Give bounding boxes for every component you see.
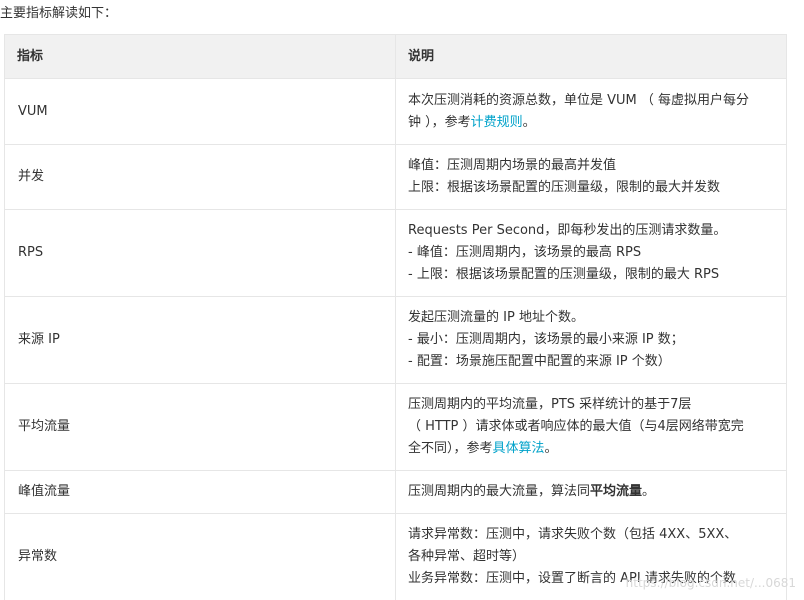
description-line: - 最小：压测周期内，该场景的最小来源 IP 数； — [408, 332, 684, 347]
metric-description: 压测周期内的平均流量，PTS 采样统计的基于7层 （ HTTP ）请求体或者响应… — [395, 383, 787, 471]
table-row: 来源 IP 发起压测流量的 IP 地址个数。 - 最小：压测周期内，该场景的最小… — [4, 296, 787, 384]
description-line: Requests Per Second，即每秒发出的压测请求数量。 — [408, 223, 727, 238]
description-text: 。 — [522, 114, 536, 130]
description-text: 压测周期内的最大流量，算法同 — [408, 484, 591, 499]
metric-description: 本次压测消耗的资源总数，单位是 VUM （ 每虚拟用户每分 钟 ），参考计费规则… — [395, 78, 787, 145]
header-description: 说明 — [395, 34, 787, 79]
description-line: 发起压测流量的 IP 地址个数。 — [408, 310, 584, 325]
description-line: - 上限：根据该场景配置的压测量级，限制的最大 RPS — [408, 267, 720, 282]
metric-description: 压测周期内的最大流量，算法同平均流量。 — [395, 470, 787, 514]
metric-name: 来源 IP — [4, 296, 396, 384]
table-row: 峰值流量 压测周期内的最大流量，算法同平均流量。 — [4, 470, 787, 514]
description-line: - 峰值：压测周期内，该场景的最高 RPS — [408, 245, 642, 260]
table-row: VUM 本次压测消耗的资源总数，单位是 VUM （ 每虚拟用户每分 钟 ），参考… — [4, 78, 787, 145]
description-line: 全不同），参考具体算法。 — [408, 438, 774, 460]
description-line: 上限：根据该场景配置的压测量级，限制的最大并发数 — [408, 180, 721, 195]
table-row: 并发 峰值：压测周期内场景的最高并发值 上限：根据该场景配置的压测量级，限制的最… — [4, 144, 787, 210]
metric-name: RPS — [4, 209, 396, 297]
billing-rules-link[interactable]: 计费规则 — [471, 115, 523, 130]
watermark: https://blog.csdn.net/...0681 — [625, 576, 796, 590]
description-bold-text: 平均流量 — [590, 484, 643, 499]
metric-description: 峰值：压测周期内场景的最高并发值 上限：根据该场景配置的压测量级，限制的最大并发… — [395, 144, 787, 210]
metric-name: 异常数 — [4, 513, 396, 600]
description-line: 钟 ），参考计费规则。 — [408, 112, 774, 134]
description-text: 。 — [544, 441, 558, 456]
metric-description: Requests Per Second，即每秒发出的压测请求数量。 - 峰值：压… — [395, 209, 787, 297]
description-line: 压测周期内的最大流量，算法同平均流量。 — [408, 481, 774, 503]
description-text: 。 — [642, 484, 656, 499]
table-row: 平均流量 压测周期内的平均流量，PTS 采样统计的基于7层 （ HTTP ）请求… — [4, 383, 787, 471]
description-line: 请求异常数：压测中，请求失败个数（包括 4XX、5XX、 — [408, 527, 738, 542]
metric-name: 并发 — [4, 144, 396, 210]
description-line: - 配置：场景施压配置中配置的来源 IP 个数） — [408, 354, 671, 369]
description-text: 全不同），参考 — [408, 441, 493, 456]
description-line: 本次压测消耗的资源总数，单位是 VUM （ 每虚拟用户每分 — [408, 92, 750, 108]
metric-name: 平均流量 — [4, 383, 396, 471]
description-text: 钟 ），参考 — [408, 114, 471, 130]
description-line: （ HTTP ）请求体或者响应体的最大值（与4层网络带宽完 — [408, 419, 744, 434]
metric-description: 发起压测流量的 IP 地址个数。 - 最小：压测周期内，该场景的最小来源 IP … — [395, 296, 787, 384]
header-metric: 指标 — [4, 34, 396, 79]
metric-name: 峰值流量 — [4, 470, 396, 514]
description-line: 峰值：压测周期内场景的最高并发值 — [408, 158, 617, 173]
metrics-table: 指标 说明 VUM 本次压测消耗的资源总数，单位是 VUM （ 每虚拟用户每分 … — [4, 34, 787, 600]
description-line: 压测周期内的平均流量，PTS 采样统计的基于7层 — [408, 397, 692, 412]
algorithm-link[interactable]: 具体算法 — [493, 441, 545, 456]
table-header-row: 指标 说明 — [4, 34, 787, 79]
description-line: 各种异常、超时等） — [408, 549, 526, 564]
metric-name: VUM — [4, 78, 396, 145]
table-row: RPS Requests Per Second，即每秒发出的压测请求数量。 - … — [4, 209, 787, 297]
intro-text: 主要指标解读如下： — [0, 6, 118, 21]
